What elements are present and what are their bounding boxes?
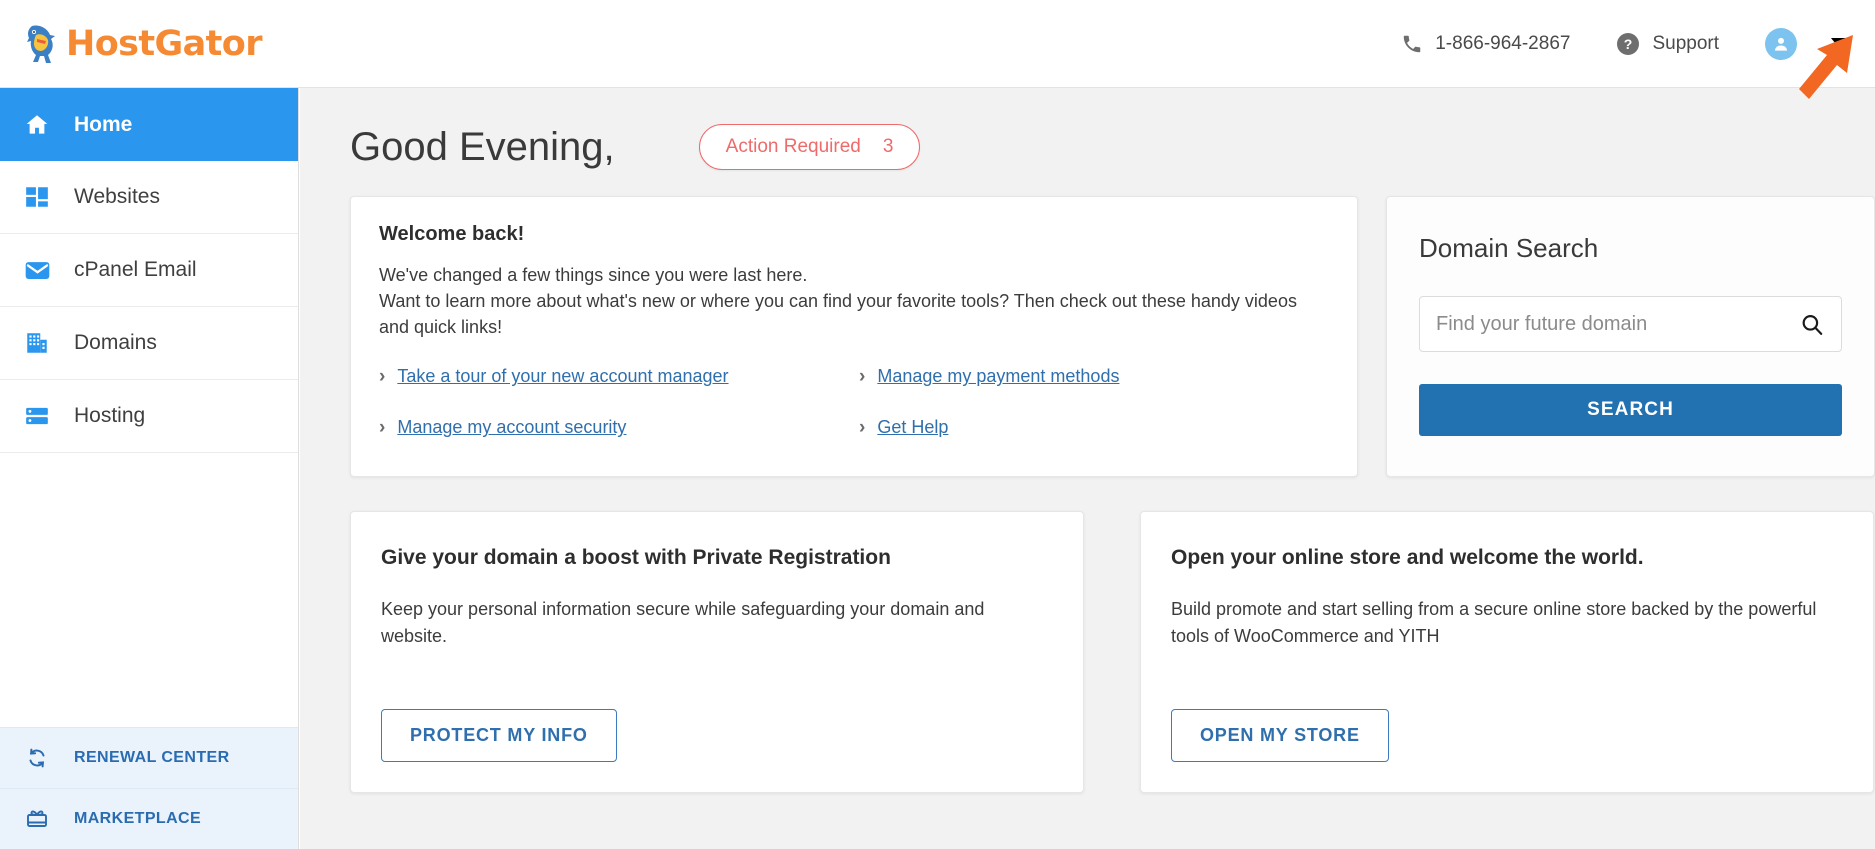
sidebar-item-hosting[interactable]: Hosting [0, 380, 298, 453]
support-label: Support [1652, 33, 1719, 55]
welcome-card: Welcome back! We've changed a few things… [350, 196, 1358, 477]
chevron-right-icon: › [859, 418, 865, 437]
protect-my-info-button[interactable]: PROTECT MY INFO [381, 709, 617, 762]
question-circle-icon: ? [1616, 32, 1640, 56]
link-manage-account-security[interactable]: › Manage my account security [379, 417, 859, 438]
logo-text: HostGator [66, 24, 262, 64]
grid-icon [22, 182, 52, 212]
welcome-body: We've changed a few things since you wer… [379, 262, 1329, 340]
sidebar-item-websites[interactable]: Websites [0, 161, 298, 234]
promo-card-online-store: Open your online store and welcome the w… [1140, 511, 1874, 793]
main-content: Good Evening, Action Required 3 Welcome … [300, 88, 1875, 849]
link-get-help[interactable]: › Get Help [859, 417, 1329, 438]
sidebar-bottom-links: RENEWAL CENTER MARKETPLACE [0, 727, 298, 849]
header-actions: 1-866-964-2867 ? Support [1401, 28, 1849, 60]
sidebar-item-marketplace[interactable]: MARKETPLACE [0, 788, 298, 849]
domain-search-field[interactable] [1419, 296, 1842, 352]
search-input[interactable] [1436, 313, 1825, 336]
phone-number-label: 1-866-964-2867 [1435, 33, 1570, 55]
sidebar-item-renewal-center[interactable]: RENEWAL CENTER [0, 727, 298, 788]
link-label: Take a tour of your new account manager [397, 366, 728, 387]
refresh-icon [22, 743, 52, 773]
open-my-store-button[interactable]: OPEN MY STORE [1171, 709, 1389, 762]
domain-search-card: Domain Search SEARCH [1386, 196, 1875, 477]
promo-title: Open your online store and welcome the w… [1171, 546, 1843, 570]
building-icon [22, 328, 52, 358]
link-label: Manage my account security [397, 417, 626, 438]
hostgator-logo[interactable]: HostGator [24, 22, 262, 66]
chevron-right-icon: › [379, 367, 385, 386]
promo-card-private-registration: Give your domain a boost with Private Re… [350, 511, 1084, 793]
sidebar-item-label-websites: Websites [74, 185, 160, 209]
home-icon [22, 110, 52, 140]
gift-icon [22, 804, 52, 834]
sidebar-item-label-hosting: Hosting [74, 404, 145, 428]
promo-body: Keep your personal information secure wh… [381, 596, 1053, 650]
greeting-row: Good Evening, Action Required 3 [300, 88, 1875, 170]
gator-mascot-icon [24, 22, 58, 66]
magnifier-icon[interactable] [1799, 312, 1825, 343]
sidebar-item-cpanel-email[interactable]: cPanel Email [0, 234, 298, 307]
top-header: HostGator 1-866-964-2867 ? Support [0, 0, 1875, 88]
link-take-a-tour[interactable]: › Take a tour of your new account manage… [379, 366, 859, 387]
svg-text:?: ? [1624, 36, 1633, 52]
chevron-right-icon: › [379, 418, 385, 437]
sidebar-item-label-home: Home [74, 113, 132, 137]
welcome-line-2: Want to learn more about what's new or w… [379, 288, 1329, 340]
promo-title: Give your domain a boost with Private Re… [381, 546, 1053, 570]
sidebar-item-domains[interactable]: Domains [0, 307, 298, 380]
user-avatar-icon [1771, 34, 1791, 54]
top-cards-row: Welcome back! We've changed a few things… [300, 170, 1875, 477]
sidebar-item-label-cpanel-email: cPanel Email [74, 258, 197, 282]
link-label: Manage my payment methods [877, 366, 1119, 387]
server-icon [22, 401, 52, 431]
chevron-right-icon: › [859, 367, 865, 386]
envelope-icon [22, 255, 52, 285]
sidebar-item-label-renewal-center: RENEWAL CENTER [74, 749, 230, 767]
account-menu-chevron-down-icon[interactable] [1831, 38, 1849, 49]
link-label: Get Help [877, 417, 948, 438]
quick-links-grid: › Take a tour of your new account manage… [379, 366, 1329, 438]
link-manage-payment-methods[interactable]: › Manage my payment methods [859, 366, 1329, 387]
page-title: Good Evening, [350, 125, 615, 170]
promo-cards-row: Give your domain a boost with Private Re… [300, 477, 1875, 793]
left-sidebar: Home Websites cPanel Email [0, 88, 299, 849]
welcome-line-1: We've changed a few things since you wer… [379, 262, 1329, 288]
action-required-label: Action Required [726, 136, 861, 158]
sidebar-item-label-marketplace: MARKETPLACE [74, 810, 201, 828]
support-link[interactable]: ? Support [1616, 32, 1719, 56]
action-required-badge[interactable]: Action Required 3 [699, 124, 921, 170]
welcome-title: Welcome back! [379, 223, 1329, 246]
search-button[interactable]: SEARCH [1419, 384, 1842, 436]
domain-search-title: Domain Search [1419, 233, 1842, 264]
avatar[interactable] [1765, 28, 1797, 60]
action-required-count: 3 [883, 136, 894, 158]
phone-number[interactable]: 1-866-964-2867 [1401, 33, 1570, 55]
phone-icon [1401, 33, 1423, 55]
promo-body: Build promote and start selling from a s… [1171, 596, 1843, 650]
sidebar-item-home[interactable]: Home [0, 88, 298, 161]
sidebar-item-label-domains: Domains [74, 331, 157, 355]
